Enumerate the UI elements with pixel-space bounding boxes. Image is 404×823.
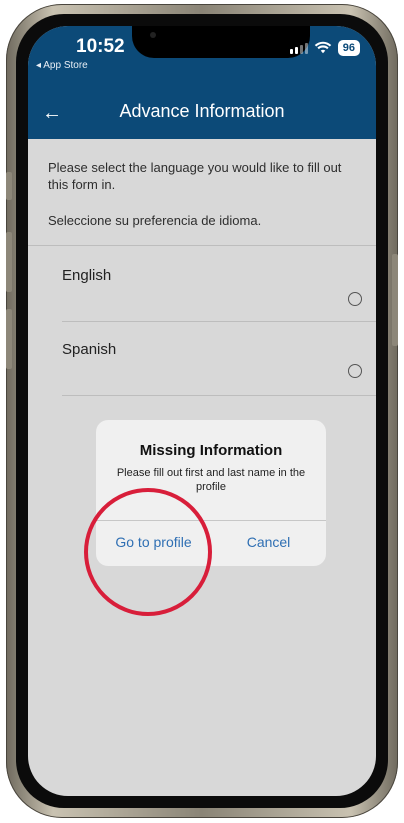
power-button <box>392 254 398 346</box>
option-english-label: English <box>62 267 112 284</box>
status-time: 10:52 <box>76 36 125 57</box>
app-bar: 10:52 ◂ App Store 96 ← Advance Informati… <box>28 26 376 139</box>
back-to-app-store-link[interactable]: ◂ App Store <box>36 60 88 71</box>
screen: 10:52 ◂ App Store 96 ← Advance Informati… <box>28 26 376 796</box>
divider <box>62 395 376 396</box>
instruction-spanish: Seleccione su preferencia de idioma. <box>48 213 262 228</box>
notch <box>132 26 310 58</box>
instruction-english: Please select the language you would lik… <box>48 160 342 192</box>
page-title: Advance Information <box>119 101 285 121</box>
option-spanish-label: Spanish <box>62 341 117 358</box>
english-radio[interactable] <box>348 292 362 306</box>
divider <box>62 321 376 322</box>
dialog-title: Missing Information <box>139 442 283 459</box>
volume-down-button <box>6 309 12 369</box>
volume-up-button <box>6 232 12 292</box>
battery-indicator: 96 <box>337 40 360 56</box>
cancel-button[interactable]: Cancel <box>211 534 326 550</box>
highlight-circle-annotation <box>84 488 212 616</box>
mute-switch <box>6 172 12 200</box>
status-icons: 96 <box>289 40 360 56</box>
spanish-radio[interactable] <box>348 364 362 378</box>
signal-icon <box>289 42 308 54</box>
wifi-icon <box>314 41 331 54</box>
camera-icon <box>150 32 156 38</box>
divider <box>28 245 376 246</box>
